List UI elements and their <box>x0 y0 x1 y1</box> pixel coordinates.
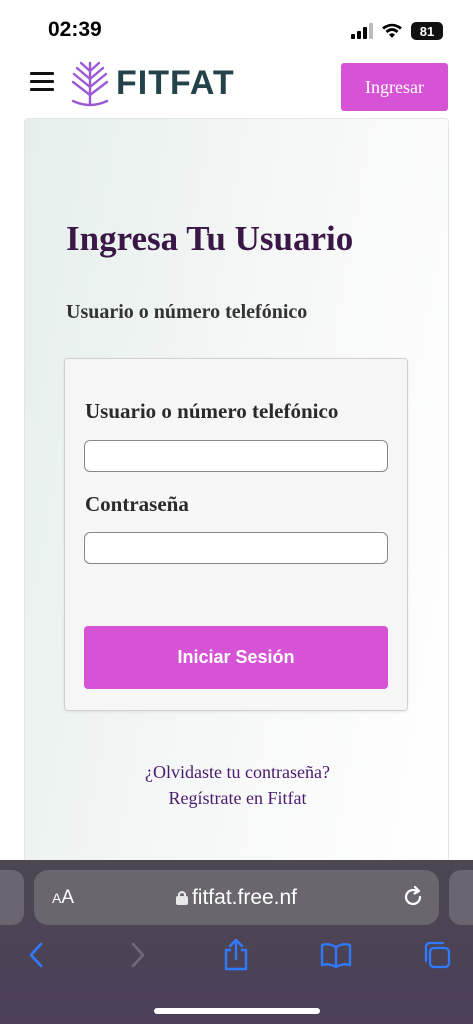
password-label: Contraseña <box>85 492 189 516</box>
forgot-password-link[interactable]: ¿Olvidaste tu contraseña? <box>25 759 450 785</box>
battery-indicator: 81 <box>411 22 443 40</box>
auth-links: ¿Olvidaste tu contraseña? Regístrate en … <box>25 759 450 811</box>
logo[interactable]: FITFAT <box>70 58 235 108</box>
login-card: Ingresa Tu Usuario Usuario o número tele… <box>24 118 449 878</box>
page-title: Ingresa Tu Usuario <box>66 219 354 258</box>
address-bar[interactable]: AA fitfat.free.nf <box>34 870 439 925</box>
wifi-icon <box>382 23 402 38</box>
status-bar: 02:39 81 <box>0 0 473 58</box>
menu-icon[interactable] <box>30 72 54 92</box>
status-time: 02:39 <box>48 18 102 41</box>
signal-icon <box>351 23 373 39</box>
sign-in-button[interactable]: Iniciar Sesión <box>84 626 388 689</box>
url-text: fitfat.free.nf <box>191 886 298 909</box>
back-icon[interactable] <box>26 940 46 970</box>
login-button[interactable]: Ingresar <box>341 63 448 111</box>
share-icon[interactable] <box>222 938 250 972</box>
reload-icon[interactable] <box>401 885 425 909</box>
home-indicator <box>154 1008 320 1014</box>
url-display[interactable]: fitfat.free.nf <box>34 886 439 910</box>
leaf-logo-icon <box>71 61 109 107</box>
login-form: Usuario o número telefónico Contraseña I… <box>64 358 408 711</box>
tabs-icon[interactable] <box>422 940 452 970</box>
bookmarks-icon[interactable] <box>320 942 352 968</box>
next-tab-preview[interactable] <box>449 870 473 925</box>
forward-icon[interactable] <box>128 940 148 970</box>
previous-tab-preview[interactable] <box>0 870 24 925</box>
browser-toolbar: AA fitfat.free.nf <box>0 860 473 1024</box>
top-navigation: FITFAT Ingresar <box>0 58 473 118</box>
username-label: Usuario o número telefónico <box>85 399 339 423</box>
username-input[interactable] <box>84 440 388 472</box>
page-subtitle: Usuario o número telefónico <box>66 301 308 323</box>
logo-text: FITFAT <box>116 63 235 102</box>
password-input[interactable] <box>84 532 388 564</box>
lock-icon <box>175 891 188 905</box>
register-link[interactable]: Regístrate en Fitfat <box>25 785 450 811</box>
status-icons: 81 <box>351 22 443 40</box>
